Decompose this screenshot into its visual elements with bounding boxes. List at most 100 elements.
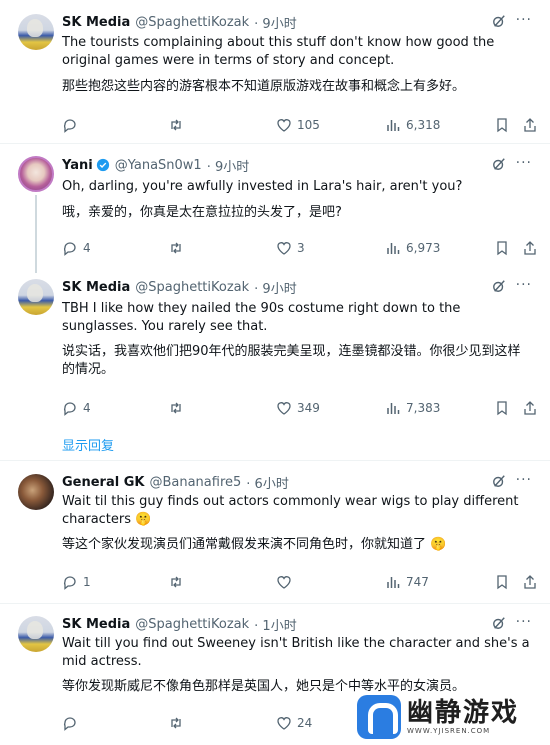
- bookmark-icon: [497, 575, 507, 590]
- share-button[interactable]: [522, 240, 538, 256]
- like-count: 349: [297, 401, 320, 415]
- repost-button[interactable]: [168, 240, 184, 256]
- divider: [0, 603, 550, 604]
- views-button[interactable]: 6,318: [385, 117, 440, 133]
- views-count: 747: [406, 575, 429, 589]
- views-button[interactable]: 6,973: [385, 240, 440, 256]
- tweet-actions: 4 349 7,383: [62, 400, 536, 418]
- repost-button[interactable]: [168, 715, 184, 731]
- reply-count: 4: [83, 241, 91, 255]
- timestamp[interactable]: · 9小时: [254, 13, 297, 32]
- like-button[interactable]: 3: [276, 240, 305, 256]
- tweet-text-en: Wait til this guy finds out actors commo…: [62, 494, 519, 527]
- views-button[interactable]: 747: [385, 574, 429, 590]
- reply-button[interactable]: [62, 117, 83, 133]
- timestamp[interactable]: · 9小时: [254, 278, 297, 297]
- reply-icon: [63, 119, 76, 133]
- grok-icon[interactable]: [492, 474, 506, 488]
- author-name[interactable]: General GK: [62, 475, 144, 490]
- bookmark-icon: [497, 241, 507, 256]
- reply-button[interactable]: 4: [62, 240, 91, 256]
- author-name[interactable]: SK Media: [62, 15, 130, 30]
- tweet-actions: 105 6,318: [62, 117, 536, 135]
- views-icon: [387, 120, 400, 131]
- reply-button[interactable]: 1: [62, 574, 91, 590]
- timestamp[interactable]: · 9小时: [207, 156, 250, 175]
- watermark-text: 幽静游戏 WWW.YJISREN.COM: [407, 699, 519, 735]
- like-button[interactable]: 349: [276, 400, 320, 416]
- share-icon: [524, 118, 536, 132]
- repost-icon: [171, 242, 181, 254]
- share-icon: [524, 575, 536, 589]
- watermark-logo-icon: [357, 695, 401, 739]
- like-count: 24: [297, 716, 313, 730]
- views-count: 6,973: [406, 241, 441, 255]
- heart-icon: [277, 402, 291, 415]
- avatar[interactable]: [18, 14, 54, 50]
- author-name[interactable]: SK Media: [62, 617, 130, 632]
- share-icon: [524, 241, 536, 255]
- watermark-title: 幽静游戏: [407, 698, 520, 728]
- tweet-text-en: Wait till you find out Sweeney isn't Bri…: [62, 636, 530, 669]
- heart-icon: [277, 576, 291, 589]
- tweet-1[interactable]: SK Media @SpaghettiKozak · 9小时 ··· The t…: [0, 0, 550, 140]
- more-icon[interactable]: ···: [516, 614, 532, 630]
- repost-button[interactable]: [168, 117, 184, 133]
- avatar[interactable]: [18, 279, 54, 315]
- grok-icon[interactable]: [492, 279, 506, 293]
- grok-icon[interactable]: [492, 157, 506, 171]
- more-icon[interactable]: ···: [516, 277, 532, 293]
- divider: [0, 143, 550, 144]
- more-icon[interactable]: ···: [516, 472, 532, 488]
- author-name[interactable]: SK Media: [62, 280, 130, 295]
- author-handle[interactable]: @SpaghettiKozak: [135, 617, 249, 632]
- bookmark-button[interactable]: [494, 400, 510, 416]
- repost-button[interactable]: [168, 574, 184, 590]
- reply-button[interactable]: [62, 715, 83, 731]
- share-button[interactable]: [522, 400, 538, 416]
- more-icon[interactable]: ···: [516, 12, 532, 28]
- repost-button[interactable]: [168, 400, 184, 416]
- avatar[interactable]: [18, 474, 54, 510]
- tweet-actions: 1 747: [62, 574, 536, 592]
- heart-icon: [277, 242, 291, 255]
- views-button[interactable]: 7,383: [385, 400, 440, 416]
- bookmark-button[interactable]: [494, 240, 510, 256]
- share-button[interactable]: [522, 574, 538, 590]
- repost-icon: [171, 576, 181, 588]
- avatar[interactable]: [18, 156, 54, 192]
- avatar[interactable]: [18, 616, 54, 652]
- tweet-actions: 4 3 6,973: [62, 240, 536, 258]
- tweet-2[interactable]: Yani @YanaSn0w1 · 9小时 ··· Oh, darling, y…: [0, 150, 550, 265]
- like-button[interactable]: [276, 574, 297, 590]
- tweet-text-en: The tourists complaining about this stuf…: [62, 35, 495, 68]
- bookmark-button[interactable]: [494, 117, 510, 133]
- share-icon: [524, 401, 536, 415]
- grok-icon[interactable]: [492, 616, 506, 630]
- reply-button[interactable]: 4: [62, 400, 91, 416]
- tweet-header: General GK @Bananafire5 · 6小时: [62, 472, 530, 492]
- like-button[interactable]: 24: [276, 715, 312, 731]
- views-icon: [387, 403, 400, 414]
- tweet-4[interactable]: General GK @Bananafire5 · 6小时 ··· Wait t…: [0, 468, 550, 598]
- timestamp[interactable]: · 1小时: [254, 615, 297, 634]
- tweet-header: SK Media @SpaghettiKozak · 1小时: [62, 614, 530, 634]
- author-handle[interactable]: @SpaghettiKozak: [135, 15, 249, 30]
- grok-icon[interactable]: [492, 14, 506, 28]
- bookmark-button[interactable]: [494, 574, 510, 590]
- more-icon[interactable]: ···: [516, 155, 532, 171]
- tweet-text-zh: 哦，亲爱的，你真是太在意拉拉的头发了，是吧?: [62, 205, 342, 220]
- repost-icon: [171, 717, 181, 729]
- show-replies-link[interactable]: 显示回复: [62, 435, 114, 454]
- author-handle[interactable]: @SpaghettiKozak: [135, 280, 249, 295]
- like-button[interactable]: 105: [276, 117, 320, 133]
- reply-icon: [63, 717, 76, 731]
- timestamp[interactable]: · 6小时: [246, 473, 289, 492]
- tweet-3[interactable]: SK Media @SpaghettiKozak · 9小时 ··· TBH I…: [0, 273, 550, 433]
- tweet-text-en: TBH I like how they nailed the 90s costu…: [62, 301, 461, 334]
- author-handle[interactable]: @Bananafire5: [149, 475, 241, 490]
- share-button[interactable]: [522, 117, 538, 133]
- author-handle[interactable]: @YanaSn0w1: [115, 158, 202, 173]
- author-name[interactable]: Yani: [62, 158, 93, 173]
- bookmark-icon: [497, 118, 507, 133]
